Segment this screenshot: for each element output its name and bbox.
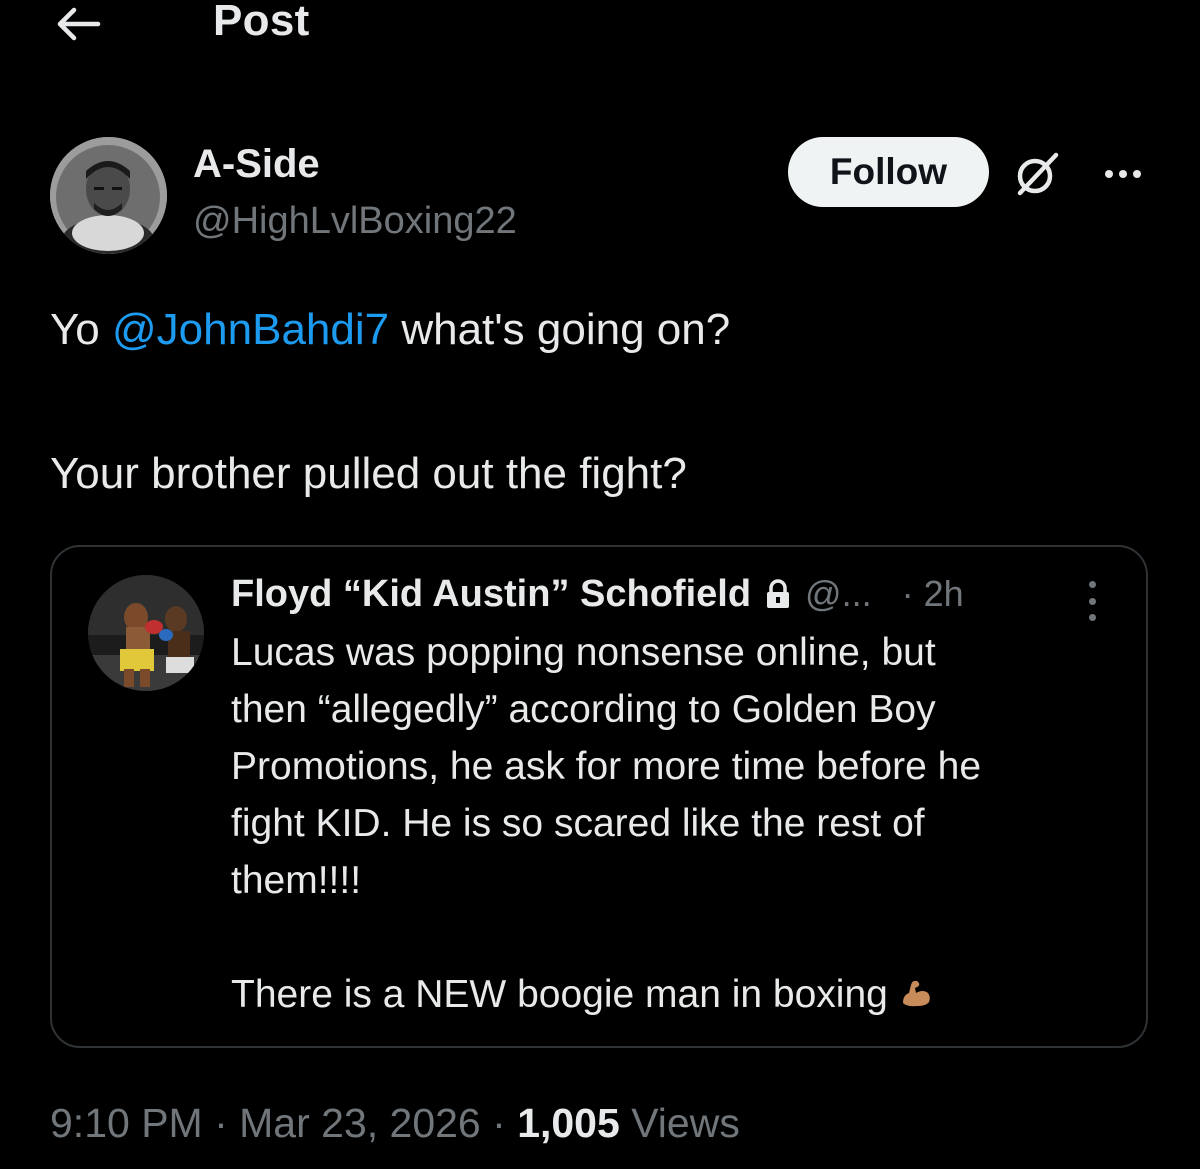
more-dot bbox=[1133, 170, 1141, 178]
post-text-line-2: Your brother pulled out the fight? bbox=[50, 449, 687, 498]
grok-button[interactable] bbox=[1010, 147, 1064, 201]
meta-separator: · bbox=[480, 1100, 518, 1146]
quote-header: Floyd “Kid Austin” Schofield @... · 2h bbox=[231, 569, 964, 619]
quote-author-handle[interactable]: @... bbox=[805, 573, 872, 615]
post-text-prefix: Yo bbox=[50, 305, 113, 354]
post-text-line-1: Yo @JohnBahdi7 what's going on? bbox=[50, 304, 1150, 357]
more-dot bbox=[1088, 597, 1096, 605]
quote-more-button[interactable] bbox=[1082, 581, 1102, 621]
more-horizontal-icon bbox=[1105, 170, 1113, 178]
more-vertical-icon bbox=[1088, 581, 1096, 588]
mention-link[interactable]: @JohnBahdi7 bbox=[112, 305, 389, 354]
more-dot bbox=[1088, 614, 1096, 621]
meta-separator: · bbox=[202, 1100, 240, 1146]
post-time[interactable]: 9:10 PM bbox=[50, 1100, 203, 1146]
lock-icon bbox=[765, 579, 791, 609]
quoted-post[interactable]: Floyd “Kid Austin” Schofield @... · 2h L… bbox=[50, 545, 1148, 1048]
author-avatar-image bbox=[50, 137, 167, 254]
quote-text-line: them!!!! bbox=[231, 859, 362, 902]
quote-text-line: then “allegedly” according to Golden Boy bbox=[231, 688, 936, 731]
views-label: Views bbox=[619, 1100, 740, 1146]
more-button[interactable] bbox=[1098, 156, 1148, 192]
quote-author-name[interactable]: Floyd “Kid Austin” Schofield bbox=[231, 573, 751, 616]
more-dot bbox=[1119, 170, 1127, 178]
top-bar: Post bbox=[0, 0, 1200, 52]
quote-text-line: There is a NEW boogie man in boxing bbox=[231, 973, 888, 1016]
follow-button[interactable]: Follow bbox=[788, 137, 989, 207]
quote-text-last-line: There is a NEW boogie man in boxing bbox=[231, 973, 933, 1019]
post-date[interactable]: Mar 23, 2026 bbox=[239, 1100, 481, 1146]
quote-timestamp[interactable]: · 2h bbox=[902, 573, 964, 615]
views-count[interactable]: 1,005 bbox=[517, 1100, 620, 1146]
quote-author-avatar[interactable] bbox=[88, 575, 204, 691]
author-handle[interactable]: @HighLvlBoxing22 bbox=[193, 200, 517, 243]
grok-icon bbox=[1017, 152, 1059, 196]
post-meta: 9:10 PM · Mar 23, 2026 · 1,005 Views bbox=[50, 1100, 740, 1147]
author-avatar[interactable] bbox=[50, 137, 167, 254]
arrow-left-icon bbox=[57, 7, 101, 41]
post-text-suffix: what's going on? bbox=[389, 305, 731, 354]
quote-text-line: fight KID. He is so scared like the rest… bbox=[231, 802, 925, 845]
page-title: Post bbox=[213, 0, 310, 45]
quote-text-line: Lucas was popping nonsense online, but bbox=[231, 631, 936, 674]
back-button[interactable] bbox=[52, 0, 104, 48]
quote-avatar-image bbox=[88, 575, 204, 691]
flexed-biceps-icon bbox=[899, 975, 933, 1019]
quote-text-line: Promotions, he ask for more time before … bbox=[231, 745, 982, 788]
author-name[interactable]: A-Side bbox=[193, 142, 320, 187]
